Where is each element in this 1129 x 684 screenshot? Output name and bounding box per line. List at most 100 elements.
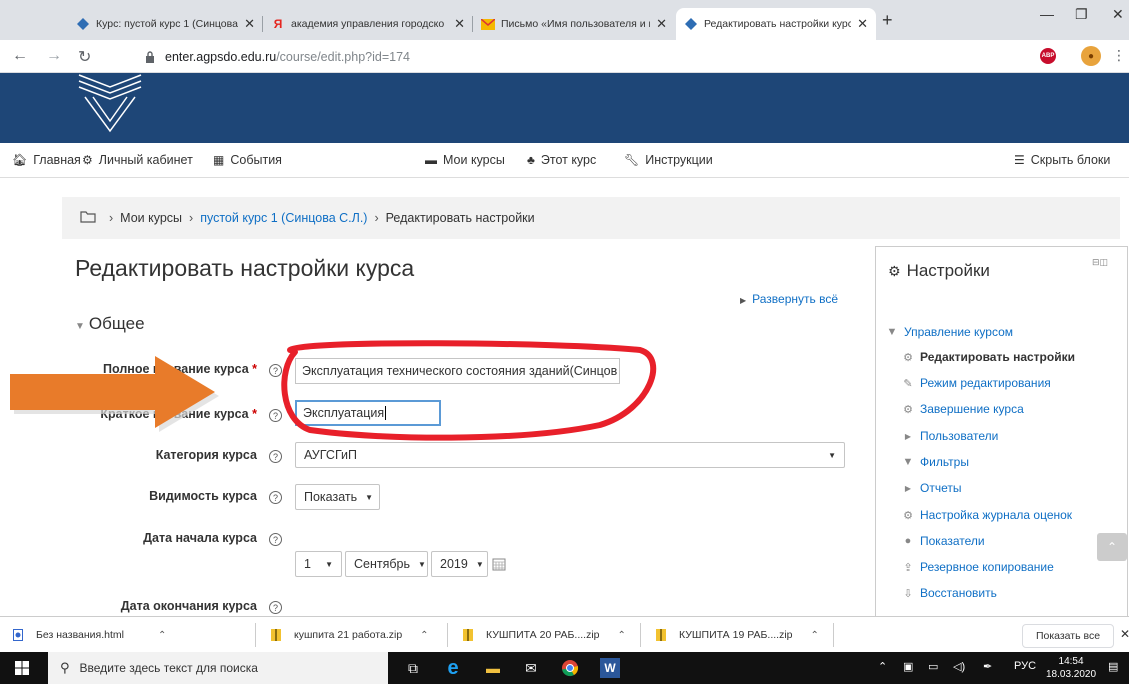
tray-chevron-icon[interactable]: ⌃ — [878, 660, 887, 673]
nav-thiscourse[interactable]: ♣ Этот курс — [527, 153, 596, 167]
nav-instructions[interactable]: 🔧︎ Инструкции — [624, 153, 713, 167]
gears-icon: ⚙ — [888, 262, 901, 279]
breadcrumb-course-link[interactable]: пустой курс 1 (Синцова С.Л.) — [200, 211, 367, 225]
help-icon[interactable]: ? — [269, 601, 282, 614]
menu-restore[interactable]: ⇩ Восстановить — [902, 586, 997, 600]
tray-pen-icon[interactable]: ✒ — [983, 660, 992, 673]
mail-app-icon[interactable]: ✉ — [521, 658, 541, 678]
menu-course-completion[interactable]: ⚙ Завершение курса — [902, 402, 1024, 416]
taskbar-search-input[interactable]: ⚲ Введите здесь текст для поиска — [48, 652, 388, 684]
tab-mail[interactable]: Письмо «Имя пользователя и п ✕ — [473, 8, 675, 40]
menu-edit-mode[interactable]: ✎ Режим редактирования — [902, 376, 1050, 390]
menu-reports[interactable]: ▶ Отчеты — [902, 481, 962, 495]
required-mark: * — [252, 407, 257, 421]
file-explorer-icon[interactable]: ▬ — [483, 658, 503, 678]
edge-icon[interactable]: e — [443, 657, 463, 679]
help-icon[interactable]: ? — [269, 450, 282, 463]
shortname-input[interactable]: Эксплуатация — [295, 400, 441, 426]
menu-label: Восстановить — [920, 586, 997, 600]
expand-all-link[interactable]: ▶ Развернуть всё — [740, 292, 838, 306]
help-mark: ? — [272, 410, 278, 421]
chrome-icon[interactable] — [560, 658, 580, 678]
tray-battery-icon[interactable]: ▭ — [928, 660, 938, 673]
section-general-toggle[interactable]: ▼ Общее — [75, 314, 145, 334]
fullname-input[interactable]: Эксплуатация технического состояния здан… — [295, 358, 620, 384]
zip-file-icon — [462, 628, 474, 642]
nav-home-label: Главная — [33, 153, 81, 167]
menu-filters[interactable]: ▼ Фильтры — [902, 455, 969, 469]
block-dock-icons[interactable]: ⊟◫ — [1092, 257, 1108, 268]
tab-course[interactable]: Курс: пустой курс 1 (Синцова С.Л.) ✕ — [68, 8, 263, 40]
minimize-icon[interactable]: — — [1040, 6, 1054, 22]
menu-users[interactable]: ▶ Пользователи — [902, 429, 998, 443]
help-icon[interactable]: ? — [269, 364, 282, 377]
category-select[interactable]: АУГСГиП ▼ — [295, 442, 845, 468]
download-item[interactable]: КУШПИТА 19 РАБ....zip ⌃ — [655, 617, 819, 653]
chevron-right-icon: ▶ — [904, 483, 912, 493]
adblock-icon[interactable]: ABP — [1040, 48, 1056, 64]
download-separator — [447, 623, 448, 647]
courses-icon: ▬ — [425, 153, 437, 167]
scroll-to-top-button[interactable]: ⌃ — [1097, 533, 1127, 561]
new-tab-icon[interactable]: + — [882, 10, 893, 31]
start-day-value: 1 — [304, 557, 311, 571]
calendar-icon[interactable] — [492, 557, 506, 576]
forward-icon[interactable]: → — [46, 47, 62, 65]
window-close-icon[interactable]: ✕ — [1112, 6, 1124, 23]
annotation-overlay — [10, 340, 657, 441]
academy-logo-icon[interactable] — [75, 73, 145, 133]
notification-icon[interactable]: ▤ — [1108, 660, 1118, 673]
tab-yandex[interactable]: Я академия управления городско ✕ — [263, 8, 473, 40]
menu-badges[interactable]: ● Показатели — [902, 534, 985, 548]
menu-edit-settings[interactable]: ⚙ Редактировать настройки — [902, 350, 1075, 364]
chevron-up-icon[interactable]: ⌃ — [158, 630, 166, 641]
required-mark: * — [252, 362, 257, 376]
close-download-bar-icon[interactable]: ✕ — [1120, 627, 1129, 641]
more-menu-icon[interactable]: ⋮ — [1112, 47, 1126, 64]
profile-avatar-icon[interactable]: ● — [1081, 46, 1101, 66]
help-mark: ? — [272, 451, 278, 462]
help-icon[interactable]: ? — [269, 491, 282, 504]
download-item[interactable]: кушпита 21 работа.zip ⌃ — [270, 617, 429, 653]
chevron-up-icon[interactable]: ⌃ — [618, 630, 626, 641]
chevron-up-icon[interactable]: ⌃ — [811, 630, 819, 641]
tray-clock[interactable]: 14:54 18.03.2020 — [1046, 655, 1096, 681]
tray-network-icon[interactable]: ▣ — [903, 660, 913, 673]
nav-events[interactable]: ▦ События — [213, 153, 282, 167]
download-item[interactable]: Без названия.html ⌃ — [12, 617, 166, 653]
windows-start-icon[interactable] — [12, 658, 32, 678]
close-icon[interactable]: ✕ — [857, 16, 868, 32]
chevron-down-icon: ▼ — [365, 492, 374, 502]
back-icon[interactable]: ← — [12, 47, 28, 65]
start-day-select[interactable]: 1 ▼ — [295, 551, 342, 577]
chevron-up-icon[interactable]: ⌃ — [420, 630, 428, 641]
help-icon[interactable]: ? — [269, 409, 282, 422]
tray-volume-icon[interactable]: ◁) — [953, 660, 965, 673]
start-month-select[interactable]: Сентябрь ▼ — [345, 551, 428, 577]
url-field[interactable]: enter.agpsdo.edu.ru/course/edit.php?id=1… — [145, 46, 1025, 68]
menu-course-admin[interactable]: ▼ Управление курсом — [886, 325, 1013, 339]
start-year-value: 2019 — [440, 557, 468, 571]
close-icon[interactable]: ✕ — [244, 16, 255, 32]
hide-blocks-button[interactable]: ☰ Скрыть блоки — [1014, 153, 1110, 167]
tray-date: 18.03.2020 — [1046, 669, 1097, 680]
help-icon[interactable]: ? — [269, 533, 282, 546]
restore-icon[interactable]: ❐ — [1075, 6, 1088, 23]
task-view-icon[interactable]: ⧉ — [403, 658, 423, 678]
visibility-select[interactable]: Показать ▼ — [295, 484, 380, 510]
word-icon[interactable]: W — [600, 658, 620, 678]
menu-gradebook-setup[interactable]: ⚙ Настройка журнала оценок — [902, 508, 1072, 522]
menu-backup[interactable]: ⇪ Резервное копирование — [902, 560, 1053, 574]
tab-edit-settings[interactable]: Редактировать настройки курса ✕ — [676, 8, 876, 40]
breadcrumb-mycourses[interactable]: Мои курсы — [120, 211, 182, 225]
reload-icon[interactable]: ↻ — [78, 47, 91, 67]
nav-cabinet[interactable]: ⚙ Личный кабинет — [82, 153, 193, 167]
tray-language[interactable]: РУС — [1014, 660, 1036, 672]
download-item[interactable]: КУШПИТА 20 РАБ....zip ⌃ — [462, 617, 626, 653]
close-icon[interactable]: ✕ — [656, 16, 667, 32]
nav-mycourses[interactable]: ▬ Мои курсы — [425, 153, 505, 167]
start-year-select[interactable]: 2019 ▼ — [431, 551, 488, 577]
close-icon[interactable]: ✕ — [454, 16, 465, 32]
show-all-downloads-button[interactable]: Показать все — [1022, 624, 1114, 648]
nav-home[interactable]: 🏠︎ Главная — [12, 153, 81, 167]
